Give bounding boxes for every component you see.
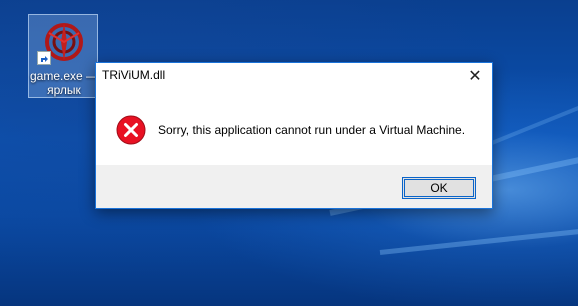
ok-button[interactable]: OK: [402, 177, 476, 199]
desktop-icon-label: game.exe — ярлык: [29, 69, 99, 97]
desktop-icon-label-line2: ярлык: [47, 83, 81, 97]
desktop-icon-game-exe[interactable]: game.exe — ярлык: [28, 14, 98, 98]
close-icon: ✕: [468, 68, 482, 85]
close-button[interactable]: ✕: [458, 63, 492, 89]
dialog-footer: OK: [96, 165, 492, 208]
error-icon: [116, 115, 146, 145]
dialog-body: Sorry, this application cannot run under…: [96, 89, 492, 165]
dialog-message: Sorry, this application cannot run under…: [158, 123, 466, 137]
dialog-titlebar[interactable]: TRiViUM.dll ✕: [96, 63, 492, 89]
dialog-title: TRiViUM.dll: [102, 68, 166, 82]
desktop-icon-label-line1: game.exe —: [29, 69, 99, 83]
shortcut-arrow-icon: [37, 51, 51, 65]
wallpaper-light-beam: [379, 224, 578, 255]
error-dialog: TRiViUM.dll ✕ Sorry, this application ca…: [95, 62, 493, 209]
desktop-background: game.exe — ярлык TRiViUM.dll ✕ Sorry, th…: [0, 0, 578, 306]
